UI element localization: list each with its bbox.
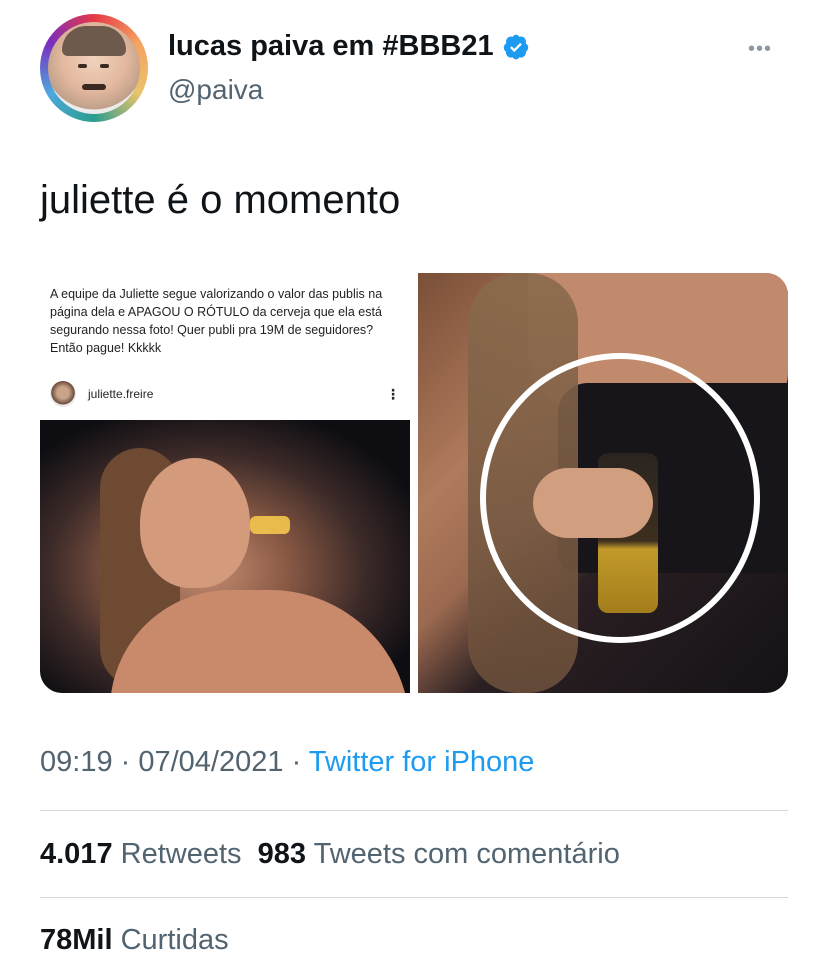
media-image-left[interactable]: A equipe da Juliette segue valorizando o… — [40, 273, 410, 693]
instagram-avatar — [50, 381, 76, 407]
media-image-right[interactable] — [418, 273, 788, 693]
engagement-stats-row: 4.017 Retweets 983 Tweets com comentário — [40, 838, 620, 871]
tweet-source[interactable]: Twitter for iPhone — [309, 746, 535, 778]
likes-label: Curtidas — [120, 924, 229, 956]
likes-stat[interactable]: 78Mil Curtidas — [40, 924, 229, 957]
screenshot-caption: A equipe da Juliette segue valorizando o… — [50, 287, 383, 355]
quotes-label: Tweets com comentário — [313, 838, 620, 870]
highlight-circle — [480, 353, 760, 643]
retweets-label: Retweets — [120, 838, 242, 870]
verified-badge-icon — [503, 34, 528, 59]
tweet-date[interactable]: 07/04/2021 — [138, 746, 283, 778]
retweets-stat[interactable]: 4.017 Retweets — [40, 838, 242, 870]
divider — [40, 810, 788, 811]
tweet-text: juliette é o momento — [40, 178, 401, 222]
divider — [40, 897, 788, 898]
tweet-header: lucas paiva em #BBB21 @paiva ••• — [40, 14, 790, 124]
user-handle[interactable]: @paiva — [168, 74, 263, 106]
meta-separator: · — [112, 746, 139, 778]
likes-count: 78Mil — [40, 924, 113, 956]
instagram-more-icon: ⋮ — [386, 385, 400, 402]
tweet-meta: 09:19 · 07/04/2021 · Twitter for iPhone — [40, 746, 534, 779]
avatar[interactable] — [40, 14, 148, 122]
avatar-image — [48, 22, 140, 114]
display-name[interactable]: lucas paiva em #BBB21 — [168, 30, 494, 63]
instagram-username: juliette.freire — [88, 387, 154, 401]
tweet-time[interactable]: 09:19 — [40, 746, 113, 778]
instagram-post-header: juliette.freire ⋮ — [50, 379, 400, 409]
instagram-photo — [40, 420, 410, 693]
retweets-count: 4.017 — [40, 838, 113, 870]
quotes-stat[interactable]: 983 Tweets com comentário — [258, 838, 620, 870]
tweet-media[interactable]: A equipe da Juliette segue valorizando o… — [40, 273, 788, 693]
more-horizontal-icon[interactable]: ••• — [748, 38, 772, 61]
display-name-row[interactable]: lucas paiva em #BBB21 — [168, 30, 530, 63]
quotes-count: 983 — [257, 838, 307, 870]
meta-separator: · — [283, 746, 309, 778]
